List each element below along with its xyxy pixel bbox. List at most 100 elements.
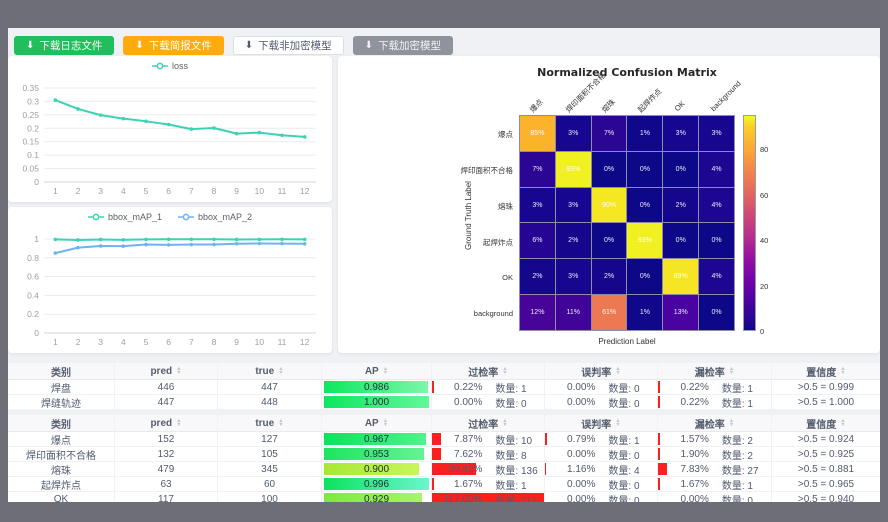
matrix-cell: 3%	[699, 116, 734, 151]
rate-count: 数量: 136	[495, 462, 537, 476]
sort-icon[interactable]: ▲▼	[278, 419, 283, 428]
sort-icon[interactable]: ▲▼	[729, 419, 734, 428]
header-miss-rate[interactable]: 漏检率▲▼	[658, 363, 772, 379]
table-row: OK1171000.929117.00%数量: 1170.00%数量: 00.0…	[8, 492, 880, 502]
cell-class-name: 焊印面积不合格	[8, 447, 115, 461]
rate-percent: 0.00%	[545, 494, 595, 503]
sort-icon[interactable]: ▲▼	[840, 367, 845, 376]
cell-confidence: >0.5 = 0.924	[772, 432, 880, 446]
loss-chart-plot: 00.050.10.150.20.250.30.3512345678910111…	[12, 80, 328, 198]
cell-ap: 1.000	[322, 395, 432, 409]
legend-label: bbox_mAP_2	[198, 212, 252, 222]
sort-icon[interactable]: ▲▼	[615, 419, 620, 428]
matrix-cell: 61%	[592, 295, 627, 330]
matrix-cell: 2%	[663, 188, 698, 223]
rate-count: 数量: 0	[608, 395, 639, 409]
rate-count: 数量: 0	[608, 477, 639, 491]
header-misjudge-rate[interactable]: 误判率▲▼	[545, 363, 658, 379]
sort-icon[interactable]: ▲▼	[502, 419, 507, 428]
header-pred[interactable]: pred▲▼	[115, 415, 218, 431]
cell-misjudge-rate: 0.00%数量: 0	[545, 492, 658, 502]
cell-over-rate: 117.00%数量: 117	[432, 492, 545, 502]
download-log-file-button[interactable]: ⬇下载日志文件	[14, 36, 114, 55]
svg-text:10: 10	[255, 186, 265, 196]
matrix-row-label: 熔珠	[441, 201, 513, 212]
sort-icon[interactable]: ▲▼	[729, 367, 734, 376]
legend-item-bbox_mAP_1[interactable]: bbox_mAP_1	[88, 212, 162, 222]
matrix-cell: 3%	[556, 259, 591, 294]
cell-confidence: >0.5 = 0.999	[772, 380, 880, 394]
svg-text:0.2: 0.2	[27, 309, 39, 319]
cell-true: 447	[218, 380, 322, 394]
svg-text:1: 1	[34, 234, 39, 244]
matrix-cell: 4%	[699, 259, 734, 294]
cell-confidence: >0.5 = 1.000	[772, 395, 880, 409]
rate-count: 数量: 1	[495, 477, 526, 491]
svg-text:0.2: 0.2	[27, 123, 39, 133]
header-ap[interactable]: AP▲▼	[322, 363, 432, 379]
matrix-cell: 0%	[592, 152, 627, 187]
cell-miss-rate: 7.83%数量: 27	[658, 462, 772, 476]
matrix-cell: 85%	[520, 116, 555, 151]
button-label: 下载日志文件	[39, 38, 102, 53]
header-misjudge-rate[interactable]: 误判率▲▼	[545, 415, 658, 431]
legend-item-bbox_mAP_2[interactable]: bbox_mAP_2	[178, 212, 252, 222]
matrix-cell: 0%	[663, 152, 698, 187]
rate-percent: 1.90%	[658, 449, 709, 460]
matrix-cell: 4%	[699, 152, 734, 187]
matrix-row-label: 爆点	[441, 129, 513, 140]
page: ⬇下载日志文件 ⬇下载简报文件 ⬇下载非加密模型 ⬇下载加密模型 loss 00.05…	[8, 28, 880, 502]
confusion-matrix-ylabel: Ground Truth Label	[464, 181, 473, 250]
cell-ap: 0.953	[322, 447, 432, 461]
rate-count: 数量: 1	[722, 395, 753, 409]
sort-icon[interactable]: ▲▼	[383, 419, 388, 428]
sort-icon[interactable]: ▲▼	[383, 367, 388, 376]
cell-pred: 479	[115, 462, 218, 476]
cell-class-name: 起焊炸点	[8, 477, 115, 491]
sort-icon[interactable]: ▲▼	[615, 367, 620, 376]
header-confidence[interactable]: 置信度▲▼	[772, 363, 880, 379]
cell-class-name: 爆点	[8, 432, 115, 446]
header-confidence[interactable]: 置信度▲▼	[772, 415, 880, 431]
sort-icon[interactable]: ▲▼	[502, 367, 507, 376]
matrix-cell: 11%	[556, 295, 591, 330]
table-row: 焊印面积不合格1321050.9537.62%数量: 80.00%数量: 01.…	[8, 447, 880, 462]
cell-ap: 0.967	[322, 432, 432, 446]
header-true[interactable]: true▲▼	[218, 415, 322, 431]
ap-bar-wrap: 0.996	[324, 478, 429, 490]
header-ap[interactable]: AP ▲▼	[322, 415, 432, 431]
svg-text:0.6: 0.6	[27, 272, 39, 282]
sort-icon[interactable]: ▲▼	[176, 367, 181, 376]
header-pred[interactable]: pred▲▼	[115, 363, 218, 379]
header-label: AP	[365, 418, 379, 429]
header-over-rate[interactable]: 过检率▲▼	[432, 363, 545, 379]
download-unencrypted-model-button[interactable]: ⬇下载非加密模型	[233, 36, 344, 55]
matrix-cell: 13%	[663, 295, 698, 330]
matrix-cell: 7%	[520, 152, 555, 187]
matrix-cell: 3%	[663, 116, 698, 151]
rate-percent: 0.00%	[545, 449, 595, 460]
header-miss-rate[interactable]: 漏检率 ▲▼	[658, 415, 772, 431]
cell-miss-rate: 0.00%数量: 0	[658, 492, 772, 502]
header-true[interactable]: true▲▼	[218, 363, 322, 379]
matrix-row-label: 焊印面积不合格	[441, 165, 513, 176]
matrix-row-label: background	[441, 309, 513, 318]
legend-item-loss[interactable]: loss	[152, 61, 188, 71]
rate-count: 数量: 0	[495, 395, 526, 409]
legend-line-icon	[152, 62, 168, 70]
download-encrypted-model-button[interactable]: ⬇下载加密模型	[353, 36, 453, 55]
sort-icon[interactable]: ▲▼	[840, 419, 845, 428]
header-over-rate[interactable]: 过检率▲▼	[432, 415, 545, 431]
rate-percent: 0.79%	[545, 434, 595, 445]
sort-icon[interactable]: ▲▼	[176, 419, 181, 428]
sort-icon[interactable]: ▲▼	[278, 367, 283, 376]
rate-count: 数量: 2	[722, 447, 753, 461]
cell-misjudge-rate: 0.00%数量: 0	[545, 380, 658, 394]
svg-text:3: 3	[98, 337, 103, 347]
cell-misjudge-rate: 0.79%数量: 1	[545, 432, 658, 446]
cell-ap: 0.996	[322, 477, 432, 491]
header-label: 漏检率	[695, 416, 725, 431]
svg-text:8: 8	[212, 337, 217, 347]
download-brief-file-button[interactable]: ⬇下载简报文件	[123, 36, 223, 55]
header-class: 类别	[8, 415, 115, 431]
